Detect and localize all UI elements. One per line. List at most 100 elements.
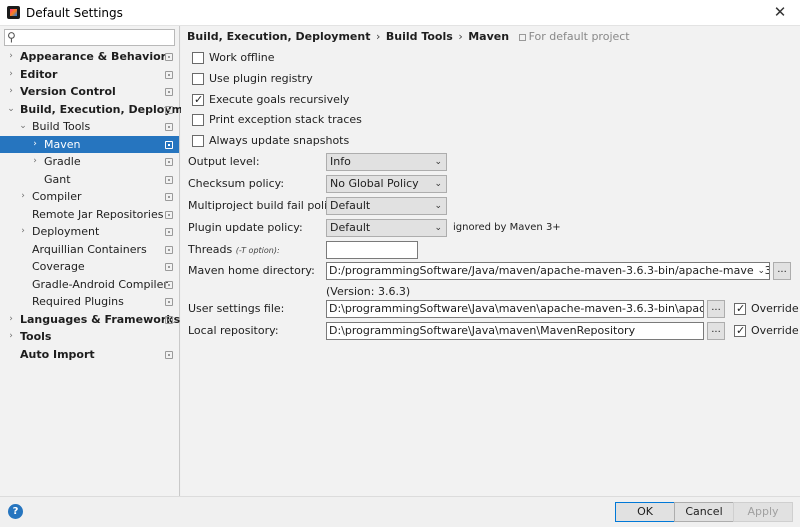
user-settings-label: User settings file:	[188, 302, 285, 315]
sidebar-item-label: Arquillian Containers	[32, 242, 147, 256]
dialog-footer: ? OK Cancel Apply	[0, 496, 800, 527]
settings-tree: › Appearance & Behavior › Editor › Version Co…	[0, 48, 203, 364]
maven-home-dropdown[interactable]: D:/programmingSoftware/Java/maven/apache…	[326, 262, 770, 280]
sidebar-item-maven[interactable]: › Maven	[0, 135, 179, 154]
sidebar-item-required-plugins[interactable]: Required Plugins	[0, 293, 179, 311]
chevron-down-icon: ⌄	[434, 201, 442, 211]
project-config-icon	[165, 193, 173, 201]
project-config-icon	[165, 315, 173, 324]
use-plugin-registry-label: Use plugin registry	[209, 72, 313, 85]
project-config-icon	[165, 140, 173, 149]
multiproject-fail-policy-value: Default	[330, 199, 371, 212]
execute-goals-checkbox[interactable]	[192, 92, 204, 108]
maven-home-browse-button[interactable]: ...	[773, 262, 791, 280]
maven-version-text: (Version: 3.6.3)	[326, 285, 411, 298]
user-settings-override-label: Override	[751, 302, 799, 315]
project-config-icon	[165, 88, 173, 96]
sidebar-item-label: Coverage	[32, 260, 85, 273]
project-config-icon	[165, 350, 173, 359]
maven-settings-panel: Build, Execution, Deployment › Build Too…	[181, 26, 800, 496]
maven-home-value: D:/programmingSoftware/Java/maven/apache…	[329, 264, 770, 277]
help-icon[interactable]: ?	[8, 504, 23, 519]
for-default-project-note: For default project	[518, 30, 630, 43]
chevron-right-icon[interactable]: ›	[6, 311, 16, 329]
chevron-right-icon[interactable]: ›	[18, 223, 28, 241]
sidebar-item-tools[interactable]: › Tools	[0, 328, 179, 346]
chevron-right-icon[interactable]: ›	[6, 328, 16, 346]
user-settings-browse-button[interactable]: ...	[707, 300, 725, 318]
window-title: Default Settings	[26, 6, 123, 20]
cancel-button[interactable]: Cancel	[674, 502, 734, 522]
threads-input[interactable]	[326, 241, 418, 259]
output-level-value: Info	[330, 155, 351, 168]
chevron-right-icon[interactable]: ›	[6, 66, 16, 84]
local-repository-label: Local repository:	[188, 324, 279, 337]
chevron-right-icon[interactable]: ›	[30, 153, 40, 171]
sidebar-item-gradle[interactable]: › Gradle	[0, 153, 179, 171]
execute-goals-label: Execute goals recursively	[209, 93, 350, 106]
work-offline-checkbox[interactable]	[192, 52, 204, 64]
chevron-down-icon: ⌄	[434, 157, 442, 167]
sidebar-item-build-execution-deployment[interactable]: ⌄ Build, Execution, Deployment	[0, 101, 203, 119]
sidebar-item-coverage[interactable]: Coverage	[0, 258, 179, 276]
output-level-dropdown[interactable]: Info ⌄	[326, 153, 447, 171]
sidebar-item-deployment[interactable]: › Deployment	[0, 223, 179, 241]
sidebar-item-gant[interactable]: Gant	[0, 171, 179, 189]
apply-button[interactable]: Apply	[733, 502, 793, 522]
breadcrumb-build-tools: Build Tools	[385, 30, 453, 43]
chevron-right-icon[interactable]: ›	[18, 188, 28, 206]
chevron-right-icon[interactable]: ›	[6, 48, 16, 66]
sidebar-item-label: Compiler	[32, 190, 82, 203]
project-config-icon	[165, 228, 173, 236]
sidebar-item-gradle-android-compiler[interactable]: Gradle-Android Compiler	[0, 276, 179, 294]
sidebar-item-languages-frameworks[interactable]: › Languages & Frameworks	[0, 311, 180, 329]
sidebar-item-label: Appearance & Behavior	[20, 50, 167, 63]
chevron-down-icon[interactable]: ⌄	[18, 118, 28, 136]
sidebar-item-label: Build, Execution, Deployment	[20, 102, 204, 116]
close-icon[interactable]: ✕	[770, 3, 790, 21]
local-repository-input[interactable]: D:\programmingSoftware\Java\maven\MavenR…	[326, 322, 704, 340]
sidebar-item-auto-import[interactable]: Auto Import	[0, 346, 179, 364]
sidebar-item-editor[interactable]: › Editor	[0, 66, 179, 84]
ignored-by-maven-note: ignored by Maven 3+	[453, 222, 561, 233]
breadcrumb-build-execution-deployment: Build, Execution, Deployment	[187, 30, 371, 43]
breadcrumb-separator: ›	[458, 30, 463, 43]
local-repository-override-checkbox[interactable]	[734, 323, 746, 339]
project-config-icon	[165, 158, 173, 166]
local-repository-browse-button[interactable]: ...	[707, 322, 725, 340]
sidebar-item-label: Auto Import	[20, 347, 95, 361]
use-plugin-registry-checkbox[interactable]	[192, 73, 204, 85]
chevron-right-icon[interactable]: ›	[6, 83, 16, 101]
user-settings-override-checkbox[interactable]	[734, 301, 746, 317]
work-offline-label: Work offline	[209, 51, 275, 64]
chevron-down-icon: ⌄	[434, 179, 442, 189]
chevron-right-icon[interactable]: ›	[30, 136, 40, 154]
print-exception-checkbox[interactable]	[192, 114, 204, 126]
ok-button[interactable]: OK	[615, 502, 675, 522]
plugin-update-policy-label: Plugin update policy:	[188, 221, 303, 234]
chevron-down-icon[interactable]: ⌄	[6, 101, 16, 119]
sidebar-item-compiler[interactable]: › Compiler	[0, 188, 179, 206]
sidebar-item-arquillian-containers[interactable]: Arquillian Containers	[0, 241, 179, 259]
sidebar-item-label: Gradle	[44, 155, 81, 168]
breadcrumb-maven: Maven	[468, 30, 510, 43]
settings-search-box[interactable]: ⚲	[4, 29, 175, 46]
title-bar: Default Settings ✕	[0, 0, 800, 26]
sidebar-item-version-control[interactable]: › Version Control	[0, 83, 179, 101]
sidebar-item-build-tools[interactable]: ⌄ Build Tools	[0, 118, 179, 136]
sidebar-item-label: Editor	[20, 67, 58, 81]
project-config-icon	[165, 105, 173, 114]
chevron-down-icon: ⌄	[434, 223, 442, 233]
plugin-update-policy-value: Default	[330, 221, 371, 234]
always-update-checkbox[interactable]	[192, 135, 204, 147]
sidebar-item-appearance-behavior[interactable]: › Appearance & Behavior	[0, 48, 179, 66]
checksum-policy-dropdown[interactable]: No Global Policy ⌄	[326, 175, 447, 193]
sidebar-item-label: Required Plugins	[32, 295, 124, 308]
sidebar-item-label: Maven	[44, 137, 81, 151]
sidebar-item-remote-jar-repositories[interactable]: Remote Jar Repositories	[0, 206, 179, 224]
output-level-label: Output level:	[188, 155, 260, 168]
user-settings-input[interactable]: D:\programmingSoftware\Java\maven\apache…	[326, 300, 704, 318]
multiproject-fail-policy-dropdown[interactable]: Default ⌄	[326, 197, 447, 215]
plugin-update-policy-dropdown[interactable]: Default ⌄	[326, 219, 447, 237]
settings-search-input[interactable]	[21, 31, 171, 44]
